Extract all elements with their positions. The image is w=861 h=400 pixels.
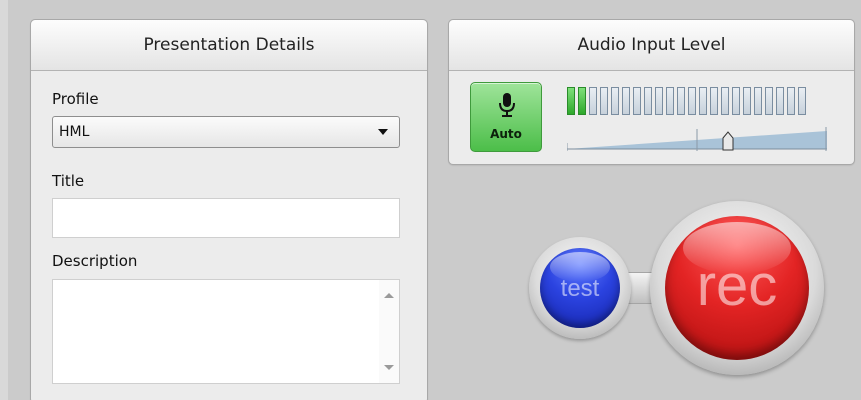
- meter-segment: [710, 87, 718, 115]
- title-input[interactable]: [52, 198, 400, 238]
- meter-segment: [633, 87, 641, 115]
- meter-segment: [655, 87, 663, 115]
- meter-segment: [578, 87, 586, 115]
- meter-segment: [754, 87, 762, 115]
- scroll-down-icon[interactable]: [384, 365, 394, 370]
- auto-label: Auto: [490, 127, 522, 141]
- meter-segment: [721, 87, 729, 115]
- meter-segment: [589, 87, 597, 115]
- audio-level-meter: [567, 87, 806, 115]
- slider-ramp: [566, 127, 827, 151]
- presentation-details-panel: Presentation Details Profile HML Title D…: [30, 19, 428, 400]
- description-textarea[interactable]: [53, 280, 379, 383]
- meter-segment: [644, 87, 652, 115]
- meter-segment: [743, 87, 751, 115]
- meter-segment: [776, 87, 784, 115]
- audio-input-level-header: Audio Input Level: [449, 20, 854, 71]
- description-label: Description: [52, 252, 138, 270]
- slider-thumb[interactable]: [722, 131, 734, 151]
- microphone-icon: [499, 93, 515, 117]
- meter-segment: [611, 87, 619, 115]
- test-button-face: test: [540, 248, 620, 328]
- meter-segment: [732, 87, 740, 115]
- meter-segment: [699, 87, 707, 115]
- meter-segment: [567, 87, 575, 115]
- meter-segment: [798, 87, 806, 115]
- description-field: [52, 279, 400, 384]
- meter-segment: [677, 87, 685, 115]
- meter-segment: [688, 87, 696, 115]
- meter-segment: [600, 87, 608, 115]
- meter-segment: [622, 87, 630, 115]
- title-label: Title: [52, 172, 85, 190]
- profile-selected-value: HML: [59, 124, 90, 140]
- profile-dropdown[interactable]: HML: [52, 116, 400, 148]
- meter-segment: [765, 87, 773, 115]
- description-scrollbar[interactable]: [379, 280, 399, 383]
- recorder-window: Presentation Details Profile HML Title D…: [0, 0, 861, 400]
- rec-button[interactable]: rec: [650, 201, 824, 375]
- rec-button-face: rec: [665, 216, 809, 360]
- chevron-down-icon: [378, 129, 388, 135]
- profile-label: Profile: [52, 90, 99, 108]
- scroll-up-icon[interactable]: [384, 293, 394, 298]
- auto-gain-button[interactable]: Auto: [470, 82, 542, 152]
- input-level-slider[interactable]: [566, 123, 827, 153]
- meter-segment: [787, 87, 795, 115]
- test-label: test: [560, 275, 600, 302]
- rec-label: rec: [696, 253, 778, 318]
- meter-segment: [666, 87, 674, 115]
- audio-input-level-panel: Audio Input Level Auto: [448, 19, 855, 165]
- test-button[interactable]: test: [529, 237, 631, 339]
- presentation-details-header: Presentation Details: [31, 20, 427, 71]
